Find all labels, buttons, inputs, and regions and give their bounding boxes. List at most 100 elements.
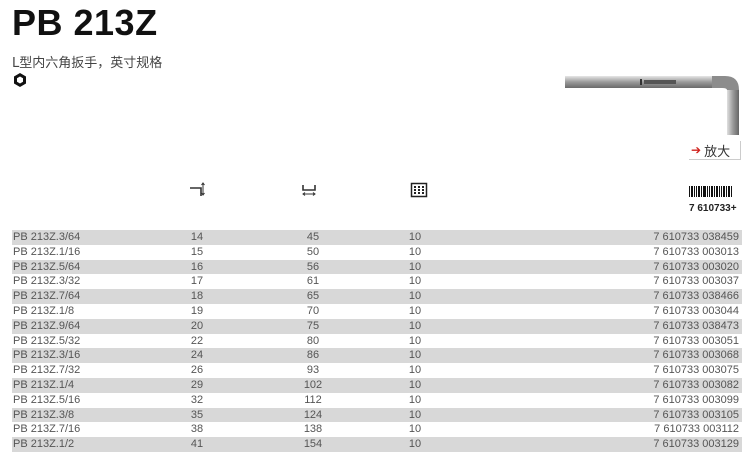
short-leg-cell: 80 xyxy=(306,334,320,347)
long-leg-cell: 26 xyxy=(190,364,204,377)
product-code-cell: PB 213Z.7/64 xyxy=(13,290,81,303)
ean-cell: 7 610733 003082 xyxy=(653,378,739,391)
pack-qty-cell: 10 xyxy=(408,275,422,288)
product-code-cell: PB 213Z.1/2 xyxy=(13,438,75,451)
ean-cell: 7 610733 003068 xyxy=(653,349,739,362)
spec-table: PB 213Z.3/64 14 45 10 7 610733 038459 PB 213Z… xyxy=(12,230,742,452)
table-row: PB 213Z.3/16 24 86 10 7 610733 003068 xyxy=(12,348,742,364)
table-row: PB 213Z.5/32 22 80 10 7 610733 003051 xyxy=(12,334,742,349)
pack-qty-cell: 10 xyxy=(408,349,422,362)
ean-cell: 7 610733 003112 xyxy=(654,423,739,436)
table-row: PB 213Z.1/16 15 50 10 7 610733 003013 xyxy=(12,245,742,260)
ean-cell: 7 610733 003099 xyxy=(653,393,739,406)
zoom-button[interactable]: ➔ 放大 xyxy=(689,141,741,160)
pack-qty-cell: 10 xyxy=(408,423,422,436)
long-leg-cell: 19 xyxy=(190,304,204,317)
short-leg-cell: 154 xyxy=(303,438,323,451)
table-row: PB 213Z.3/8 35 124 10 7 610733 003105 xyxy=(12,407,742,423)
short-leg-cell: 61 xyxy=(306,275,320,288)
long-leg-cell: 18 xyxy=(190,290,204,303)
short-leg-cell: 70 xyxy=(306,304,320,317)
long-leg-cell: 20 xyxy=(190,319,204,332)
pack-qty-cell: 10 xyxy=(408,260,422,273)
long-leg-cell: 35 xyxy=(190,408,204,421)
zoom-label: 放大 xyxy=(704,144,731,160)
product-code-cell: PB 213Z.5/32 xyxy=(13,334,81,347)
long-leg-cell: 16 xyxy=(190,260,204,273)
pack-qty-cell: 10 xyxy=(408,378,422,391)
table-row: PB 213Z.1/4 29 102 10 7 610733 003082 xyxy=(12,377,742,393)
short-leg-cell: 124 xyxy=(303,408,323,421)
short-leg-cell: 56 xyxy=(306,260,320,273)
hexagon-socket-icon xyxy=(14,73,26,87)
long-leg-cell: 17 xyxy=(190,275,204,288)
product-code-cell: PB 213Z.1/16 xyxy=(13,245,81,258)
long-leg-cell: 29 xyxy=(190,378,204,391)
pack-qty-cell: 10 xyxy=(408,364,422,377)
ean-cell: 7 610733 038473 xyxy=(653,319,739,332)
ean-cell: 7 610733 003044 xyxy=(653,304,739,317)
long-leg-cell: 41 xyxy=(190,438,204,451)
ean-prefix: 7 610733+ xyxy=(689,203,737,214)
pack-qty-cell: 10 xyxy=(408,245,422,258)
long-leg-cell: 32 xyxy=(190,393,204,406)
pack-qty-cell: 10 xyxy=(408,438,422,451)
pack-qty-cell: 10 xyxy=(408,304,422,317)
hex-key-product-image[interactable] xyxy=(562,70,747,140)
pack-qty-cell: 10 xyxy=(408,393,422,406)
table-row: PB 213Z.9/64 20 75 10 7 610733 038473 xyxy=(12,318,742,334)
pack-quantity-icon xyxy=(410,182,428,198)
short-leg-cell: 112 xyxy=(304,393,322,406)
barcode-icon xyxy=(689,186,732,197)
pack-qty-cell: 10 xyxy=(408,290,422,303)
table-row: PB 213Z.7/64 18 65 10 7 610733 038466 xyxy=(12,289,742,304)
table-row: PB 213Z.1/2 41 154 10 7 610733 003129 xyxy=(12,437,742,452)
pack-qty-cell: 10 xyxy=(408,334,422,347)
ean-cell: 7 610733 003051 xyxy=(653,334,739,347)
product-code-cell: PB 213Z.7/16 xyxy=(13,423,81,436)
product-code-cell: PB 213Z.5/64 xyxy=(13,260,81,273)
long-leg-cell: 22 xyxy=(190,334,204,347)
short-leg-cell: 65 xyxy=(306,290,320,303)
product-code-cell: PB 213Z.7/32 xyxy=(13,364,81,377)
ean-column-header: 7 610733+ xyxy=(689,184,741,215)
product-code-cell: PB 213Z.3/32 xyxy=(13,275,81,288)
short-leg-cell: 45 xyxy=(306,231,320,243)
table-row: PB 213Z.1/8 19 70 10 7 610733 003044 xyxy=(12,304,742,319)
product-code-cell: PB 213Z.5/16 xyxy=(13,393,81,406)
long-leg-cell: 15 xyxy=(190,245,204,258)
pack-qty-cell: 10 xyxy=(408,231,422,243)
short-leg-cell: 102 xyxy=(303,378,323,391)
product-code-cell: PB 213Z.1/8 xyxy=(13,304,75,317)
short-leg-cell: 50 xyxy=(306,245,320,258)
product-code-cell: PB 213Z.3/16 xyxy=(13,349,81,362)
short-leg-cell: 86 xyxy=(306,349,320,362)
ean-cell: 7 610733 038459 xyxy=(653,231,739,243)
long-leg-cell: 24 xyxy=(190,349,204,362)
product-code-cell: PB 213Z.3/64 xyxy=(13,231,81,243)
pack-qty-cell: 10 xyxy=(408,408,422,421)
short-leg-length-icon xyxy=(302,185,316,196)
ean-cell: 7 610733 038466 xyxy=(653,290,739,303)
short-leg-cell: 138 xyxy=(303,423,323,436)
ean-cell: 7 610733 003129 xyxy=(653,438,739,451)
table-row: PB 213Z.5/16 32 112 10 7 610733 003099 xyxy=(12,393,742,408)
table-row: PB 213Z.3/64 14 45 10 7 610733 038459 xyxy=(12,230,742,245)
ean-cell: 7 610733 003037 xyxy=(653,275,739,288)
table-row: PB 213Z.7/16 38 138 10 7 610733 003112 xyxy=(12,422,742,437)
table-row: PB 213Z.7/32 26 93 10 7 610733 003075 xyxy=(12,363,742,378)
table-row: PB 213Z.3/32 17 61 10 7 610733 003037 xyxy=(12,274,742,289)
short-leg-cell: 93 xyxy=(306,364,320,377)
product-code-cell: PB 213Z.9/64 xyxy=(13,319,81,332)
ean-cell: 7 610733 003013 xyxy=(653,245,739,258)
long-leg-length-icon xyxy=(190,182,205,196)
long-leg-cell: 14 xyxy=(190,231,204,243)
ean-cell: 7 610733 003020 xyxy=(653,260,739,273)
ean-cell: 7 610733 003075 xyxy=(653,364,739,377)
long-leg-cell: 38 xyxy=(190,423,204,436)
arrow-right-icon: ➔ xyxy=(691,143,702,157)
pack-qty-cell: 10 xyxy=(408,319,422,332)
short-leg-cell: 75 xyxy=(306,319,320,332)
table-row: PB 213Z.5/64 16 56 10 7 610733 003020 xyxy=(12,259,742,275)
product-title: PB 213Z xyxy=(12,2,158,43)
